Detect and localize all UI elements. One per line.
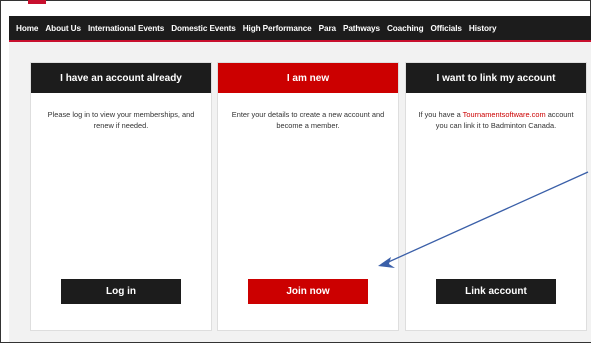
annotation-arrow-head (378, 257, 395, 268)
annotation-arrow-overlay (378, 171, 589, 268)
annotation-arrow-line (383, 171, 589, 265)
